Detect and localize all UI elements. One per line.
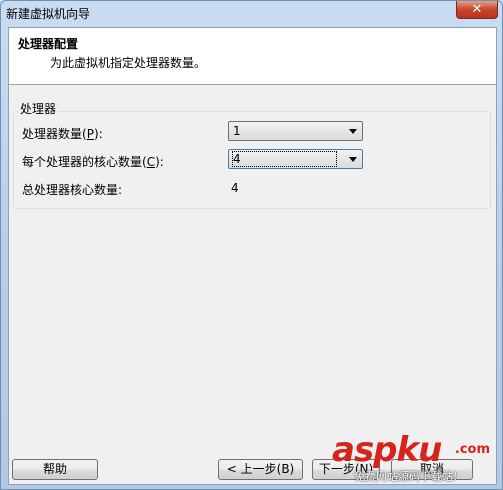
close-button[interactable]: ✕: [456, 1, 498, 19]
wizard-header: 处理器配置 为此虚拟机指定处理器数量。: [9, 28, 496, 85]
cores-per-processor-select[interactable]: 4: [228, 149, 363, 169]
processor-count-value: 1: [233, 124, 241, 138]
processors-group-label: 处理器: [18, 100, 59, 117]
wizard-client-area: 处理器配置 为此虚拟机指定处理器数量。 处理器 处理器数量(P): 1 每个处理…: [8, 27, 497, 485]
processor-count-accesskey: P: [86, 127, 94, 141]
cores-per-processor-label: 每个处理器的核心数量(C):: [22, 155, 164, 169]
watermark-logo: aspku .com 免费网站源码下载站!: [332, 430, 492, 483]
close-icon: ✕: [471, 2, 483, 17]
chevron-down-icon: [349, 157, 357, 162]
processor-count-label: 处理器数量(P):: [22, 127, 103, 141]
watermark-brand: aspku: [332, 430, 442, 470]
total-cores-label: 总处理器核心数量:: [22, 183, 123, 197]
title-bar[interactable]: 新建虚拟机向导 ✕: [1, 1, 502, 27]
watermark-domain: .com: [454, 442, 490, 457]
cores-accesskey: C: [146, 155, 156, 169]
page-title: 处理器配置: [18, 37, 79, 51]
page-subtitle: 为此虚拟机指定处理器数量。: [50, 56, 207, 70]
processor-count-select[interactable]: 1: [228, 121, 363, 141]
watermark-tagline: 免费网站源码下载站!: [354, 470, 458, 483]
wizard-window: 新建虚拟机向导 ✕ 处理器配置 为此虚拟机指定处理器数量。 处理器 处理器数量(…: [0, 0, 503, 490]
total-cores-value: 4: [231, 181, 239, 195]
chevron-down-icon: [349, 129, 357, 134]
window-title: 新建虚拟机向导: [6, 7, 91, 21]
cores-per-processor-value: 4: [232, 151, 337, 167]
back-button[interactable]: < 上一步(B): [218, 459, 303, 480]
help-button[interactable]: 帮助: [12, 459, 98, 480]
